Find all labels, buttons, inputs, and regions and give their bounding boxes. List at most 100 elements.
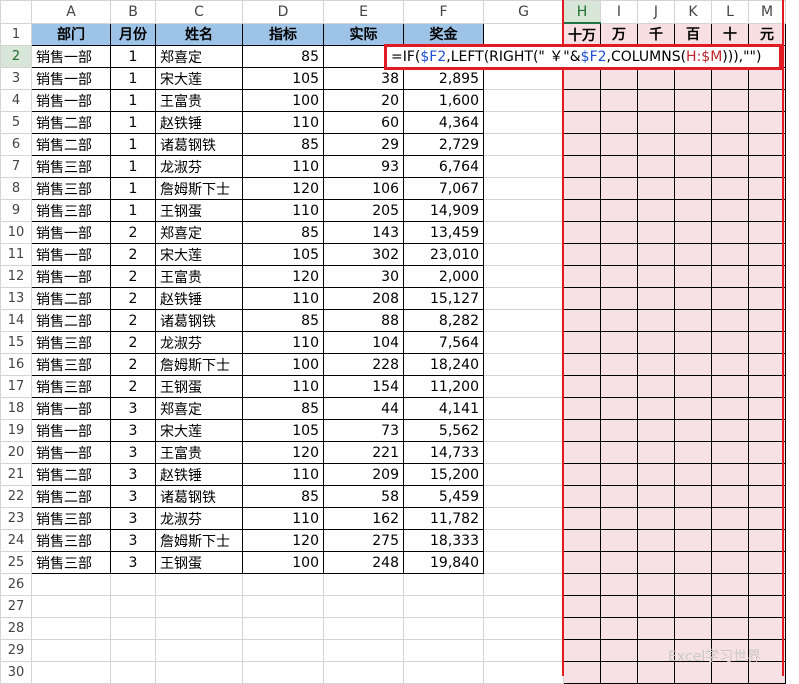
empty-cell[interactable]	[155, 639, 243, 662]
digit-header-cell[interactable]: 千	[637, 22, 675, 46]
data-cell[interactable]: 110	[242, 507, 324, 530]
data-cell[interactable]: 销售一部	[31, 397, 111, 420]
digit-cell[interactable]	[711, 551, 749, 574]
digit-cell[interactable]	[563, 111, 601, 134]
data-cell[interactable]: 7,067	[403, 177, 484, 200]
data-cell[interactable]: 1	[110, 67, 156, 90]
data-cell[interactable]: 销售三部	[31, 353, 111, 376]
digit-cell[interactable]	[563, 243, 601, 266]
data-cell[interactable]: 73	[323, 419, 404, 442]
digit-cell[interactable]	[674, 287, 712, 310]
row-header-23[interactable]: 23	[0, 507, 32, 530]
digit-cell[interactable]	[674, 353, 712, 376]
cell-g[interactable]	[483, 111, 564, 134]
data-cell[interactable]: 1	[110, 177, 156, 200]
digit-cell[interactable]	[674, 375, 712, 398]
data-cell[interactable]: 106	[323, 177, 404, 200]
data-cell[interactable]: 詹姆斯下士	[155, 177, 243, 200]
digit-cell[interactable]	[637, 441, 675, 464]
data-cell[interactable]: 18,240	[403, 353, 484, 376]
digit-cell[interactable]	[748, 199, 786, 222]
cell-g[interactable]	[483, 221, 564, 244]
data-cell[interactable]: 3	[110, 485, 156, 508]
data-cell[interactable]: 销售一部	[31, 441, 111, 464]
data-cell[interactable]: 郑喜定	[155, 45, 243, 68]
digit-cell[interactable]	[637, 287, 675, 310]
cell-g[interactable]	[483, 155, 564, 178]
cell-g[interactable]	[483, 375, 564, 398]
cell-g[interactable]	[483, 89, 564, 112]
data-cell[interactable]: 3	[110, 551, 156, 574]
cell-g[interactable]	[483, 265, 564, 288]
empty-cell[interactable]	[242, 661, 324, 684]
digit-cell[interactable]	[748, 67, 786, 90]
empty-cell[interactable]	[31, 639, 111, 662]
data-cell[interactable]: 销售一部	[31, 419, 111, 442]
digit-cell[interactable]	[563, 221, 601, 244]
column-header-i[interactable]: I	[600, 0, 638, 24]
data-cell[interactable]: 162	[323, 507, 404, 530]
data-cell[interactable]: 105	[242, 419, 324, 442]
digit-cell[interactable]	[748, 353, 786, 376]
header-cell[interactable]: 姓名	[155, 22, 243, 46]
empty-cell[interactable]	[155, 661, 243, 684]
digit-cell[interactable]	[711, 617, 749, 640]
cell-g[interactable]	[483, 397, 564, 420]
digit-cell[interactable]	[600, 155, 638, 178]
data-cell[interactable]: 228	[323, 353, 404, 376]
data-cell[interactable]: 2	[110, 331, 156, 354]
data-cell[interactable]: 13,459	[403, 221, 484, 244]
cell-g[interactable]	[483, 133, 564, 156]
digit-cell[interactable]	[674, 419, 712, 442]
data-cell[interactable]: 110	[242, 331, 324, 354]
digit-cell[interactable]	[711, 419, 749, 442]
row-header-12[interactable]: 12	[0, 265, 32, 288]
data-cell[interactable]: 104	[323, 331, 404, 354]
data-cell[interactable]: 销售二部	[31, 111, 111, 134]
digit-cell[interactable]	[637, 375, 675, 398]
digit-cell[interactable]	[637, 67, 675, 90]
row-header-4[interactable]: 4	[0, 89, 32, 112]
cell-g[interactable]	[483, 507, 564, 530]
data-cell[interactable]: 14,909	[403, 199, 484, 222]
data-cell[interactable]: 赵铁锤	[155, 463, 243, 486]
data-cell[interactable]: 120	[242, 265, 324, 288]
row-header-10[interactable]: 10	[0, 221, 32, 244]
digit-cell[interactable]	[674, 551, 712, 574]
digit-cell[interactable]	[600, 551, 638, 574]
row-header-25[interactable]: 25	[0, 551, 32, 574]
row-header-13[interactable]: 13	[0, 287, 32, 310]
cell-g[interactable]	[483, 177, 564, 200]
digit-cell[interactable]	[748, 551, 786, 574]
column-header-c[interactable]: C	[155, 0, 243, 24]
empty-cell[interactable]	[242, 617, 324, 640]
digit-cell[interactable]	[600, 595, 638, 618]
header-cell[interactable]: 奖金	[403, 22, 484, 46]
digit-cell[interactable]	[600, 265, 638, 288]
data-cell[interactable]: 15,127	[403, 287, 484, 310]
cell-g[interactable]	[483, 199, 564, 222]
digit-cell[interactable]	[711, 353, 749, 376]
digit-cell[interactable]	[748, 529, 786, 552]
data-cell[interactable]: 销售三部	[31, 331, 111, 354]
digit-cell[interactable]	[637, 595, 675, 618]
digit-cell[interactable]	[748, 397, 786, 420]
empty-cell[interactable]	[242, 639, 324, 662]
digit-cell[interactable]	[637, 485, 675, 508]
empty-cell[interactable]	[155, 617, 243, 640]
column-header-e[interactable]: E	[323, 0, 404, 24]
column-header-k[interactable]: K	[674, 0, 712, 24]
data-cell[interactable]: 1	[110, 155, 156, 178]
data-cell[interactable]: 詹姆斯下士	[155, 529, 243, 552]
data-cell[interactable]: 1	[110, 89, 156, 112]
empty-cell[interactable]	[110, 617, 156, 640]
digit-cell[interactable]	[674, 221, 712, 244]
digit-cell[interactable]	[711, 507, 749, 530]
digit-cell[interactable]	[600, 221, 638, 244]
column-header-m[interactable]: M	[748, 0, 786, 24]
data-cell[interactable]: 销售二部	[31, 287, 111, 310]
column-header-b[interactable]: B	[110, 0, 156, 24]
digit-cell[interactable]	[637, 331, 675, 354]
digit-cell[interactable]	[637, 573, 675, 596]
data-cell[interactable]: 23,010	[403, 243, 484, 266]
